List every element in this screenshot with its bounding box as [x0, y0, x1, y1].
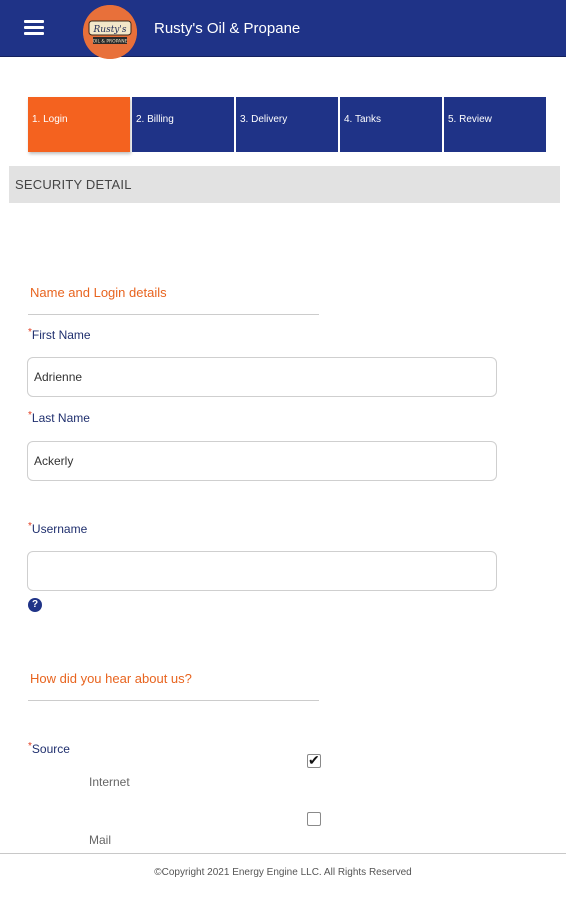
first-name-label: *First Name	[28, 327, 91, 342]
help-icon[interactable]: ?	[28, 598, 42, 612]
step-tanks[interactable]: 4. Tanks	[340, 97, 442, 152]
option-mail-label: Mail	[89, 833, 112, 847]
last-name-input[interactable]	[27, 441, 497, 481]
internet-checkbox[interactable]: ✔	[307, 752, 321, 768]
first-name-input[interactable]	[27, 357, 497, 397]
wizard-steps: 1. Login 2. Billing 3. Delivery 4. Tanks…	[28, 97, 548, 152]
divider	[28, 700, 319, 701]
step-login[interactable]: 1. Login	[28, 97, 130, 152]
option-internet-label: Internet	[89, 775, 130, 789]
step-delivery[interactable]: 3. Delivery	[236, 97, 338, 152]
step-billing[interactable]: 2. Billing	[132, 97, 234, 152]
app-title: Rusty's Oil & Propane	[154, 20, 301, 37]
last-name-label-text: Last Name	[31, 411, 90, 425]
name-login-heading: Name and Login details	[30, 285, 167, 300]
required-mark: *	[28, 741, 32, 752]
first-name-label-text: First Name	[31, 328, 91, 342]
section-title: SECURITY DETAIL	[15, 177, 132, 192]
company-logo: Rusty's OIL & PROPANE	[83, 5, 137, 59]
last-name-label: *Last Name	[28, 410, 90, 425]
username-label-text: Username	[31, 522, 88, 536]
source-label: *Source	[28, 741, 70, 756]
top-app-bar: Rusty's OIL & PROPANE Rusty's Oil & Prop…	[0, 0, 566, 59]
referral-heading: How did you hear about us?	[30, 671, 192, 686]
checkmark-icon: ✔	[308, 752, 320, 768]
footer-copyright: ©Copyright 2021 Energy Engine LLC. All R…	[154, 867, 412, 878]
svg-text:Rusty's: Rusty's	[93, 25, 127, 35]
menu-icon[interactable]	[24, 20, 44, 36]
section-header: SECURITY DETAIL	[9, 166, 560, 203]
divider	[28, 314, 319, 315]
mail-checkbox[interactable]	[307, 812, 321, 826]
step-review[interactable]: 5. Review	[444, 97, 546, 152]
required-mark: *	[28, 327, 32, 338]
required-mark: *	[28, 410, 32, 421]
username-label: *Username	[28, 521, 88, 536]
svg-text:OIL & PROPANE: OIL & PROPANE	[93, 39, 128, 45]
footer-divider	[0, 853, 566, 854]
username-input[interactable]	[27, 551, 497, 591]
source-label-text: Source	[31, 742, 70, 756]
required-mark: *	[28, 521, 32, 532]
